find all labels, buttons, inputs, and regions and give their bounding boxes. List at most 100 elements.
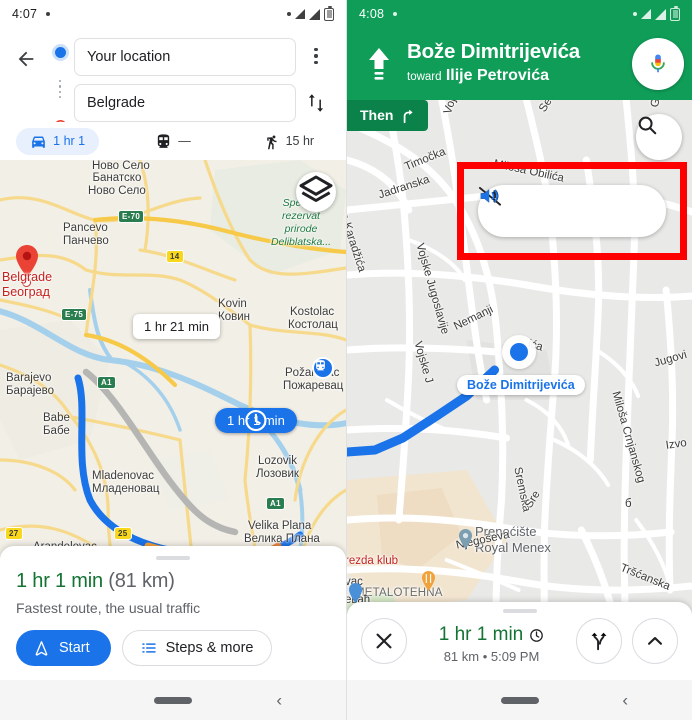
android-nav-bar-right: ‹: [347, 680, 692, 720]
current-location-indicator: [502, 335, 536, 369]
expand-navigation-button[interactable]: [632, 618, 678, 664]
navigation-eta-sub: 81 km • 5:09 PM: [443, 648, 540, 664]
travel-mode-walking-label: 15 hr: [285, 134, 315, 148]
traffic-icon: [530, 628, 544, 642]
navigation-instruction-header: Bože Dimitrijevića toward Ilije Petrović…: [347, 28, 692, 100]
arrow-left-icon: [18, 51, 34, 67]
route-duration: 1 hr 1 min: [16, 570, 103, 592]
battery-icon: [324, 5, 334, 21]
voice-search-button[interactable]: [632, 38, 684, 90]
overflow-menu-button[interactable]: [310, 44, 321, 68]
search-icon: [638, 116, 657, 135]
belgrade-destination-pin-icon: [14, 244, 40, 278]
alternate-route-eta-bubble[interactable]: 1 hr 21 min: [133, 314, 221, 339]
status-bar-left: 4:07: [0, 0, 346, 28]
sheet-grabber[interactable]: [156, 556, 190, 560]
next-street-name: Bože Dimitrijevića: [407, 40, 580, 63]
android-nav-bar-left: ‹: [0, 680, 346, 720]
dual-screenshot: 4:07 Your location Belgrade 1 hr 1 — 15 …: [0, 0, 692, 720]
then-label: Then: [360, 107, 394, 123]
restaurant-poi-pin-icon[interactable]: [420, 570, 437, 592]
straight-arrow-icon: [369, 48, 389, 80]
swap-vertical-icon: [308, 94, 324, 112]
navigation-eta-main: 1 hr 1 min: [411, 624, 572, 646]
sound-mode-selector: [478, 185, 666, 237]
signal-icon-2: [309, 8, 320, 20]
home-pill-icon[interactable]: [154, 696, 192, 704]
chevron-up-icon: [647, 637, 663, 645]
route-summary-card: 1 hr 1 min (81 km) Fastest route, the us…: [0, 546, 346, 680]
selected-route-eta-bubble[interactable]: 1 hr 1 min: [215, 408, 297, 433]
home-pill-icon[interactable]: [500, 696, 539, 704]
map-layers-button[interactable]: [296, 172, 336, 212]
hotel-poi-pin-icon[interactable]: [457, 528, 474, 550]
navigation-eta[interactable]: 1 hr 1 min 81 km • 5:09 PM: [407, 618, 576, 664]
status-dot-icon: [287, 12, 291, 16]
notification-dot-icon: [393, 12, 398, 16]
road-shield: A1: [97, 376, 116, 389]
travel-mode-driving[interactable]: 1 hr 1: [0, 127, 115, 155]
status-dot-icon: [633, 12, 637, 16]
sheet-grabber[interactable]: [502, 609, 537, 613]
battery-icon: [670, 5, 680, 21]
alternate-routes-icon: [591, 632, 607, 651]
route-distance: (81 km): [108, 570, 175, 592]
destination-input[interactable]: Belgrade: [74, 84, 296, 122]
signal-icon-2: [655, 8, 666, 20]
route-subtitle: Fastest route, the usual traffic: [16, 600, 201, 616]
walk-icon: [266, 134, 277, 149]
navigation-search-button[interactable]: [636, 114, 682, 160]
layers-icon: [299, 175, 333, 202]
swap-origin-destination-button[interactable]: [306, 92, 326, 119]
travel-mode-transit-label: —: [178, 134, 191, 148]
start-navigation-button[interactable]: Start: [16, 630, 111, 666]
transit-station-pin-icon: [312, 357, 334, 379]
rail-dotted-line: [58, 58, 62, 120]
signal-icon-1: [641, 9, 651, 19]
travel-mode-tabs: 1 hr 1 — 15 hr: [0, 122, 346, 160]
volume-on-icon: [480, 189, 498, 203]
close-icon: [376, 633, 392, 649]
navigation-arrow-icon: [35, 640, 48, 656]
steps-and-more-button[interactable]: Steps & more: [121, 630, 273, 666]
right-panel-navigation: 4:08 Bože Dimitrijevića toward Ilije Pet…: [346, 0, 692, 720]
turn-direction-icon-wrap: [353, 46, 405, 82]
toward-prefix: toward: [407, 71, 442, 84]
poi-pin-icon[interactable]: [347, 582, 364, 604]
origin-dot-icon: [54, 47, 66, 58]
status-clock: 4:08: [359, 7, 385, 21]
exit-navigation-button[interactable]: [361, 618, 407, 664]
then-instruction-badge: Then: [347, 100, 429, 131]
transit-icon: [158, 133, 170, 148]
belgrade-node-icon: [22, 278, 31, 287]
sound-alerts-only-button[interactable]: [480, 189, 580, 215]
road-shield: E-75: [61, 308, 88, 321]
back-chevron-icon[interactable]: ‹: [622, 692, 628, 709]
toward-street: Ilije Petrovića: [445, 67, 550, 85]
google-mic-icon: [651, 54, 665, 73]
road-shield: 14: [166, 250, 184, 263]
route-summary-title: 1 hr 1 min (81 km): [16, 570, 330, 593]
back-chevron-icon[interactable]: ‹: [276, 692, 282, 709]
steps-button-label: Steps & more: [165, 640, 254, 656]
toward-line: toward Ilije Petrovića: [407, 66, 632, 87]
travel-mode-walking[interactable]: 15 hr: [231, 127, 346, 155]
left-panel-directions: 4:07 Your location Belgrade 1 hr 1 — 15 …: [0, 0, 346, 720]
status-clock: 4:07: [12, 7, 38, 21]
sound-unmuted-button[interactable]: [480, 189, 643, 215]
travel-mode-transit[interactable]: —: [115, 127, 230, 155]
road-shield: E-70: [118, 210, 145, 223]
travel-mode-driving-label: 1 hr 1: [53, 134, 86, 148]
traffic-icon: [245, 409, 267, 432]
list-icon: [141, 643, 156, 653]
car-icon: [32, 136, 46, 148]
origin-input[interactable]: Your location: [74, 38, 296, 76]
road-shield: 27: [5, 527, 23, 540]
notification-dot-icon: [46, 12, 51, 16]
status-bar-right: 4:08: [347, 0, 692, 28]
navigation-bottom-card: 1 hr 1 min 81 km • 5:09 PM: [347, 602, 692, 680]
road-shield: A1: [266, 497, 285, 510]
alternate-routes-button[interactable]: [576, 618, 622, 664]
road-shield: 25: [114, 527, 132, 540]
sound-muted-button[interactable]: [478, 186, 517, 215]
